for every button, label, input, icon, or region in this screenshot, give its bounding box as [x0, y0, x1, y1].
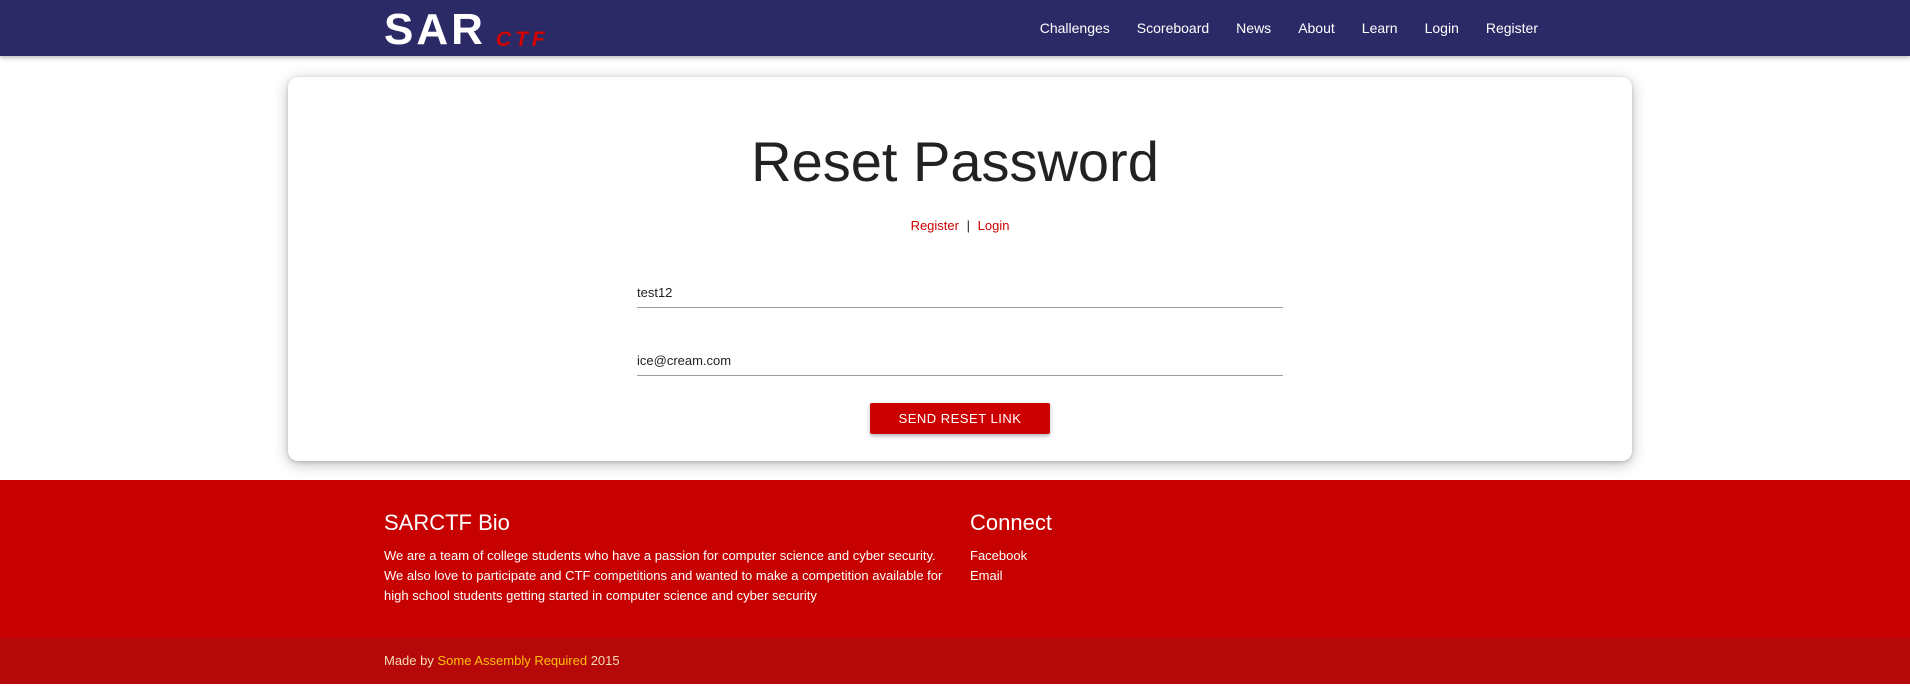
facebook-link[interactable]: Facebook	[970, 546, 1027, 566]
copyright-text: Made by Some Assembly Required 2015	[384, 653, 620, 668]
nav-challenges-link[interactable]: Challenges	[1040, 20, 1110, 36]
username-input[interactable]	[637, 277, 1283, 308]
email-input[interactable]	[637, 345, 1283, 376]
logo-sub-text: CTF	[495, 28, 549, 51]
send-reset-link-button[interactable]: SEND RESET LINK	[870, 403, 1050, 434]
footer-copyright-bar: Made by Some Assembly Required 2015	[0, 638, 1910, 684]
page-title: Reset Password	[751, 130, 1159, 193]
footer-bio-title: SARCTF Bio	[384, 510, 510, 535]
nav-login-link[interactable]: Login	[1425, 20, 1459, 36]
site-footer: SARCTF Bio We are a team of college stud…	[0, 480, 1910, 638]
nav-scoreboard-link[interactable]: Scoreboard	[1137, 20, 1209, 36]
logo-main-text: SAR	[384, 5, 486, 54]
nav-learn-link[interactable]: Learn	[1362, 20, 1398, 36]
top-navbar: SAR CTF Challenges Scoreboard News About…	[0, 0, 1910, 56]
nav-menu: Challenges Scoreboard News About Learn L…	[1013, 0, 1538, 56]
made-by-year: 2015	[590, 653, 620, 668]
login-link[interactable]: Login	[978, 218, 1010, 233]
register-link[interactable]: Register	[911, 218, 959, 233]
footer-connect-list: Facebook Email	[970, 546, 1027, 586]
site-logo[interactable]: SAR CTF	[384, 4, 549, 52]
some-assembly-required-link[interactable]: Some Assembly Required	[438, 653, 588, 668]
made-by-prefix: Made by	[384, 653, 434, 668]
footer-connect-title: Connect	[970, 510, 1052, 535]
link-separator: |	[966, 218, 970, 233]
footer-bio-text: We are a team of college students who ha…	[384, 548, 943, 603]
email-link[interactable]: Email	[970, 566, 1027, 586]
auth-links: Register | Login	[0, 218, 1910, 233]
nav-about-link[interactable]: About	[1298, 20, 1335, 36]
nav-news-link[interactable]: News	[1236, 20, 1271, 36]
nav-register-link[interactable]: Register	[1486, 20, 1538, 36]
